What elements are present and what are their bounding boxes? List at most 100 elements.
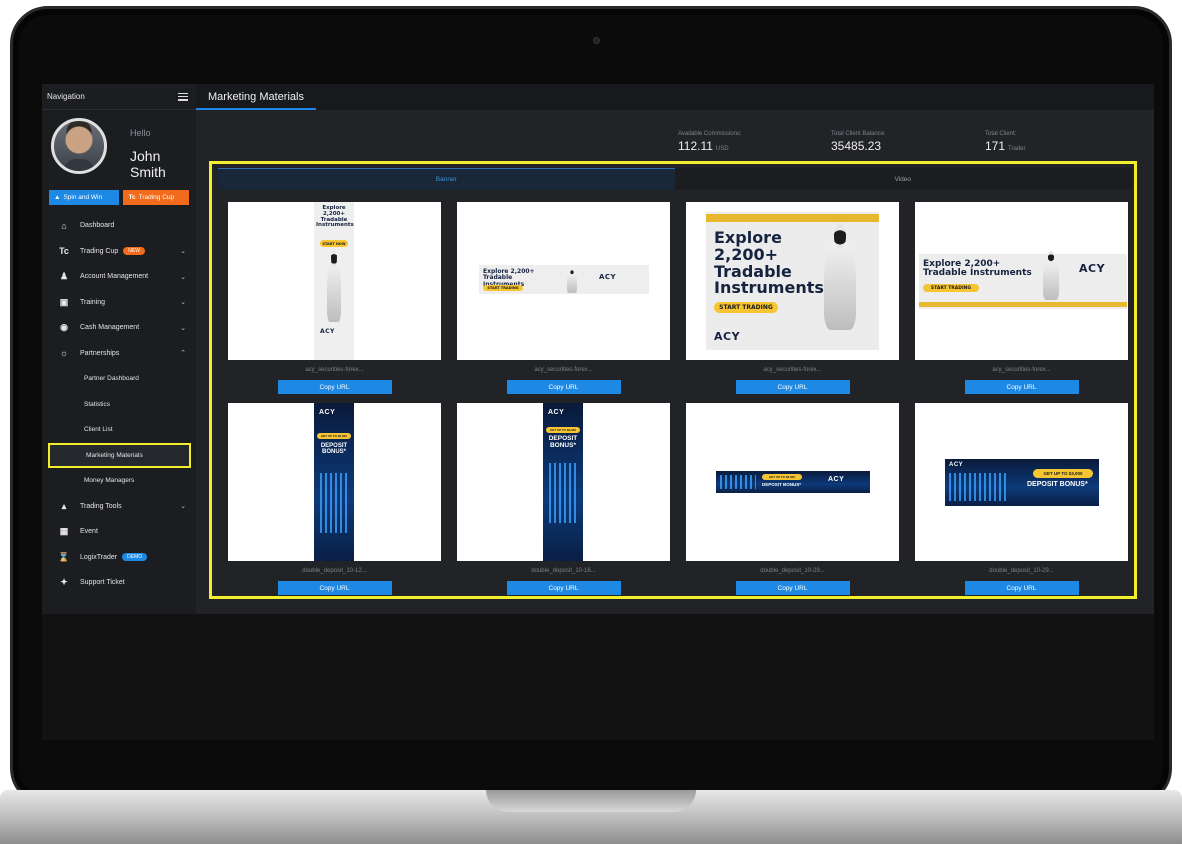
chart-graphic [949,473,1009,501]
copy-url-button[interactable]: Copy URL [277,380,392,394]
trading-cup-label: Trading Cup [138,194,175,201]
stat-value: 171 Trader [985,139,1025,153]
gift-icon: ▦ [59,526,69,537]
headline-line: Instruments [714,278,824,298]
chevron-up-icon[interactable]: ⌃ [180,349,186,357]
stat-label: Available Commissions: [678,131,742,137]
start-trading-pill: START TRADING [923,284,979,292]
camera-icon [593,37,600,44]
banner-card: ACY GET UP TO $3,000 DEPOSIT BONUS* doub… [457,403,670,595]
get-up-to-pill: GET UP TO $3,000 [546,427,580,433]
banner-thumbnail[interactable]: GET UP TO $3,000 DEPOSIT BONUS* ACY [686,403,899,561]
banner-image: ACY GET UP TO $3,000 DEPOSIT BONUS* [945,459,1099,506]
chevron-down-icon[interactable]: ⌄ [180,247,186,255]
copy-url-button[interactable]: Copy URL [735,380,850,394]
chevron-down-icon[interactable]: ⌄ [180,298,186,306]
banner-thumbnail[interactable]: Explore 2,200+ Tradable Instruments STAR… [915,202,1128,360]
trading-cup-icon: Tc [128,194,136,201]
spin-and-win-button[interactable]: ▲ Spin and Win [49,190,120,205]
tab-video[interactable]: Video [674,168,1131,190]
get-up-to-pill: GET UP TO $3,000 [317,433,351,439]
acy-logo: ACY [320,328,335,335]
banner-thumbnail[interactable]: Explore 2,200+ Tradable Instruments STAR… [686,202,899,360]
banner-image: Explore 2,200+ Tradable Instruments STAR… [314,202,354,360]
sidebar-item-logixtrader[interactable]: ⌛ LogixTrader DEMO [42,545,196,571]
chevron-down-icon[interactable]: ⌄ [180,502,186,510]
banner-thumbnail[interactable]: Explore 2,200+ Tradable Instruments STAR… [457,202,670,360]
banner-image: Explore 2,200+ Tradable Instruments STAR… [479,265,649,294]
astronaut-icon [327,248,341,322]
banner-headline: DEPOSIT BONUS* [1027,481,1088,488]
promo-buttons: ▲ Spin and Win Tc Trading Cup [42,190,196,205]
sidebar-item-statistics[interactable]: Statistics [42,392,196,418]
tab-banner[interactable]: Banner [218,168,675,190]
hourglass-icon: ⌛ [58,551,70,562]
start-now-pill: START NOW [320,240,348,247]
user-profile: Hello John Smith [42,110,196,180]
sidebar-item-support-ticket[interactable]: ✦ Support Ticket [42,570,196,596]
copy-url-button[interactable]: Copy URL [506,380,621,394]
clients-value: 171 [985,139,1006,153]
copy-url-button[interactable]: Copy URL [964,581,1079,595]
stat-label: Total Client Balance: [831,131,886,137]
user-icon: ♟ [59,271,69,282]
trading-cup-button[interactable]: Tc Trading Cup [123,190,189,205]
banner-thumbnail[interactable]: Explore 2,200+ Tradable Instruments STAR… [228,202,441,360]
markets-bar [919,302,1127,307]
spin-and-win-label: Spin and Win [63,194,103,201]
banner-thumbnail[interactable]: ACY GET UP TO $3,000 DEPOSIT BONUS* [228,403,441,561]
avatar[interactable] [51,118,107,174]
sidebar-title: Navigation [47,92,85,101]
copy-url-button[interactable]: Copy URL [964,380,1079,394]
banner-caption: double_deposit_10-29... [989,568,1054,574]
start-trading-pill: START TRADING [714,302,778,313]
media-tabs: Banner Video [218,168,1131,190]
sidebar-item-marketing-materials[interactable]: Marketing Materials [48,442,191,468]
stat-available-commissions: Available Commissions: 112.11 USD [678,131,742,153]
chevron-down-icon[interactable]: ⌄ [180,273,186,281]
trading-cup-icon: Tc [59,246,69,257]
sidebar-item-label: Cash Management [80,324,140,332]
chart-graphic [720,475,756,489]
sidebar-item-trading-tools[interactable]: ▴ Trading Tools ⌄ [42,494,196,520]
sidebar-item-label: LogixTrader [80,553,118,561]
get-up-to-pill: GET UP TO $3,000 [762,474,802,480]
chart-graphic [549,463,577,523]
banner-thumbnail[interactable]: ACY GET UP TO $3,000 DEPOSIT BONUS* [915,403,1128,561]
sidebar-item-partnerships[interactable]: ☼ Partnerships ⌃ [42,341,196,367]
sidebar-item-trading-cup[interactable]: Tc Trading Cup NEW ⌄ [42,239,196,265]
banner-image: Explore 2,200+ Tradable Instruments STAR… [919,251,1127,309]
sidebar-item-label: Event [80,528,98,536]
banner-image: Explore 2,200+ Tradable Instruments STAR… [706,212,879,350]
chevron-down-icon[interactable]: ⌄ [180,324,186,332]
sidebar-item-partner-dashboard[interactable]: Partner Dashboard [42,366,196,392]
sidebar-item-client-list[interactable]: Client List [42,417,196,443]
acy-logo: ACY [949,462,964,468]
sidebar: Navigation Hello John Smith ▲ Spin and W… [42,84,196,614]
tag-icon: ✦ [60,577,68,588]
copy-url-button[interactable]: Copy URL [277,581,392,595]
copy-url-button[interactable]: Copy URL [506,581,621,595]
greeting: Hello [130,128,151,138]
tab-marketing-materials[interactable]: Marketing Materials [196,84,316,110]
stat-value: 112.11 USD [678,139,742,153]
laptop-base [0,790,1182,844]
stat-total-client-balance: Total Client Balance: 35485.23 [831,131,886,153]
sidebar-item-training[interactable]: ▣ Training ⌄ [42,290,196,316]
sidebar-item-label: Account Management [80,273,149,281]
new-badge: NEW [123,247,145,256]
sidebar-item-money-managers[interactable]: Money Managers [42,468,196,494]
acy-logo: ACY [319,409,336,416]
main-tabbar: Marketing Materials [196,84,1154,110]
sidebar-item-cash-management[interactable]: ◉ Cash Management ⌄ [42,315,196,341]
hamburger-icon[interactable] [178,92,188,101]
banner-card: Explore 2,200+ Tradable Instruments STAR… [457,202,670,394]
commissions-unit: USD [715,146,729,152]
sidebar-item-account-management[interactable]: ♟ Account Management ⌄ [42,264,196,290]
copy-url-button[interactable]: Copy URL [735,581,850,595]
sidebar-item-event[interactable]: ▦ Event [42,519,196,545]
acy-logo: ACY [1079,262,1106,275]
banner-thumbnail[interactable]: ACY GET UP TO $3,000 DEPOSIT BONUS* [457,403,670,561]
sidebar-item-dashboard[interactable]: ⌂ Dashboard [42,213,196,239]
astronaut-icon [824,222,856,330]
